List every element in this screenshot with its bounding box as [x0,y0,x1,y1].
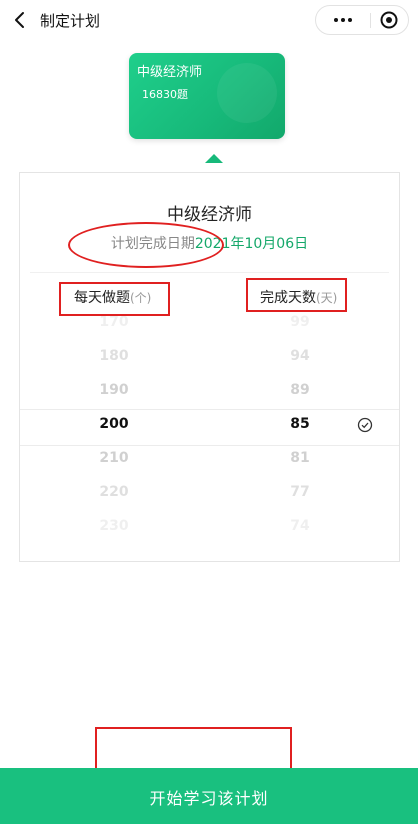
target-circle-icon [380,11,398,29]
picker-row[interactable]: 180 94 [20,340,399,374]
per-day-column-header: 每天做题(个) [74,287,151,307]
panel-divider [30,272,389,273]
days-value: 74 [290,518,310,534]
back-button[interactable] [10,9,32,31]
card-pointer-triangle [205,154,223,163]
per-day-header-label: 每天做题 [74,290,130,306]
more-dot [341,18,345,22]
plan-exam-title: 中级经济师 [167,205,252,225]
check-circle-icon [357,417,373,433]
days-value: 81 [290,450,310,466]
finish-date-value: 2021年10月06日 [194,236,309,252]
more-button[interactable] [324,6,362,34]
per-day-value: 210 [99,450,129,466]
mini-program-capsule [315,5,409,35]
finish-date-row: 计划完成日期2021年10月06日 [20,233,399,253]
per-day-value: 230 [99,518,129,534]
close-mini-program-button[interactable] [376,9,402,31]
per-day-value: 170 [99,314,129,330]
days-value: 99 [290,314,310,330]
days-header-unit: (天) [316,291,338,305]
picker-row[interactable]: 230 74 [20,510,399,541]
picker-row[interactable]: 170 99 [20,313,399,340]
capsule-divider [370,13,371,28]
days-value: 94 [290,348,310,364]
card-decoration [217,63,277,123]
plan-panel: 中级经济师 计划完成日期2021年10月06日 每天做题(个) 完成天数(天) … [19,172,400,562]
start-plan-button[interactable]: 开始学习该计划 [0,768,418,824]
page-title: 制定计划 [40,12,101,30]
start-plan-label: 开始学习该计划 [149,789,269,808]
per-day-value: 180 [99,348,129,364]
days-value: 89 [290,382,310,398]
days-value: 85 [290,416,310,432]
picker-row[interactable]: 210 81 [20,442,399,476]
more-dot [334,18,338,22]
picker-row[interactable]: 190 89 [20,374,399,408]
nav-bar: 制定计划 [0,0,418,40]
finish-date-label: 计划完成日期 [110,236,195,252]
exam-card-question-count: 16830题 [142,88,188,101]
more-dot [348,18,352,22]
per-day-value: 220 [99,484,129,500]
plan-picker[interactable]: 170 99 180 94 190 89 200 85 210 81 220 77 230 74 [20,313,399,541]
picker-row-selected[interactable]: 200 85 [20,408,399,442]
exam-card[interactable]: 中级经济师 16830题 [129,53,285,139]
per-day-value: 200 [99,416,129,432]
per-day-header-unit: (个) [130,291,152,305]
picker-row[interactable]: 220 77 [20,476,399,510]
days-column-header: 完成天数(天) [260,287,337,307]
days-value: 77 [290,484,310,500]
chevron-left-icon [15,12,24,28]
exam-card-title: 中级经济师 [137,65,203,80]
per-day-value: 190 [99,382,129,398]
days-header-label: 完成天数 [260,290,316,306]
